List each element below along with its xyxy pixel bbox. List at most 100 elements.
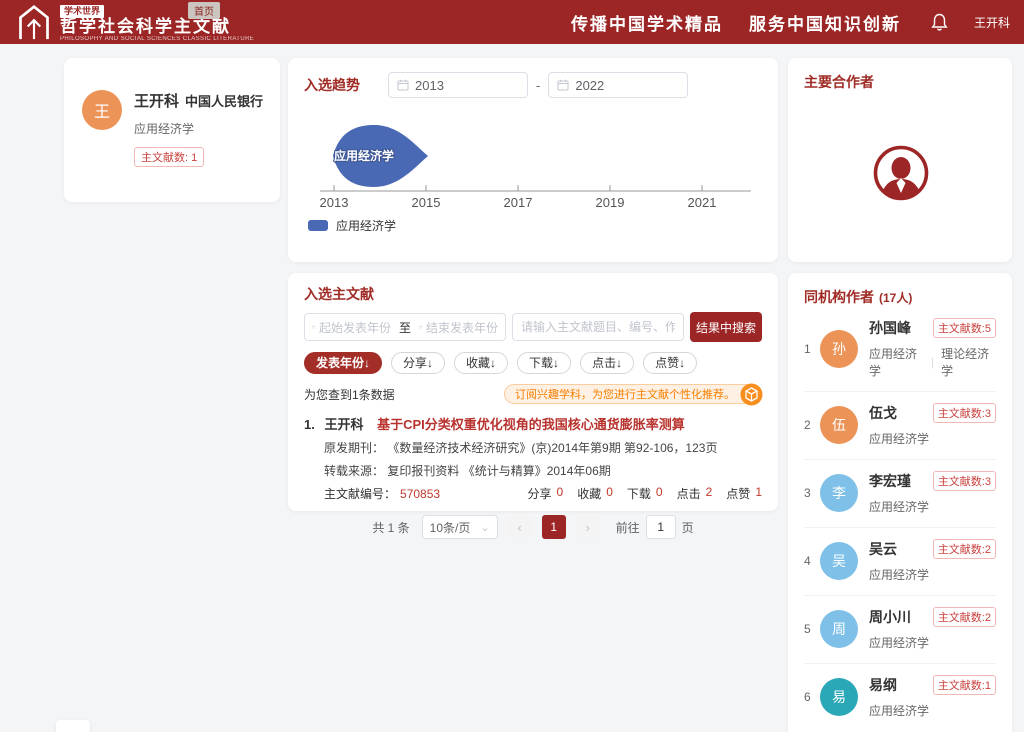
calendar-icon bbox=[312, 321, 315, 333]
colleague-doc-count-badge: 主文献数:1 bbox=[933, 675, 996, 695]
colleague-item[interactable]: 5 周 周小川 主文献数:2 应用经济学 bbox=[804, 596, 996, 664]
x-tick-2017: 2017 bbox=[504, 195, 533, 210]
start-year-placeholder: 起始发表年份 bbox=[319, 319, 391, 336]
notification-bell-icon[interactable] bbox=[931, 13, 948, 31]
item-title-link[interactable]: 基于CPI分类权重优化视角的我国核心通货膨胀率测算 bbox=[377, 417, 685, 432]
colleague-fields: 应用经济学 | 理论经济学 bbox=[869, 345, 996, 379]
app-header: 学术世界 哲学社会科学主文献 PHILOSOPHY AND SOCIAL SCI… bbox=[0, 0, 1024, 44]
goto-page-input[interactable] bbox=[646, 515, 676, 539]
search-in-results-button[interactable]: 结果中搜索 bbox=[690, 312, 762, 342]
author-name: 王开科 bbox=[134, 93, 179, 110]
x-tick-2015: 2015 bbox=[412, 195, 441, 210]
goto-label: 前往 bbox=[616, 519, 640, 536]
trend-stream-chart: 应用经济学 2013 2015 2017 2019 2021 bbox=[304, 106, 762, 215]
doc-no-label: 主文献编号： bbox=[324, 485, 396, 502]
page-unit-label: 页 bbox=[682, 519, 694, 536]
item-stats: 分享0 收藏0 下载0 点击2 点赞1 bbox=[513, 485, 762, 502]
current-user[interactable]: 王开科 bbox=[974, 14, 1010, 31]
colleague-fields: 应用经济学 bbox=[869, 498, 996, 515]
sort-click[interactable]: 点击↓ bbox=[580, 352, 634, 374]
stat-download[interactable]: 下载0 bbox=[627, 485, 663, 502]
subscribe-notice[interactable]: 订阅兴趣学科，为您进行主文献个性化推荐。 bbox=[504, 384, 762, 404]
colleague-fields: 应用经济学 bbox=[869, 702, 996, 719]
stat-like[interactable]: 点赞1 bbox=[726, 485, 762, 502]
calendar-icon bbox=[557, 79, 569, 91]
floating-widget[interactable] bbox=[56, 720, 90, 732]
colleague-rank: 4 bbox=[804, 554, 818, 568]
author-organization: 中国人民银行 bbox=[185, 94, 263, 109]
colleague-fields: 应用经济学 bbox=[869, 430, 996, 447]
colleague-item[interactable]: 2 伍 伍戈 主文献数:3 应用经济学 bbox=[804, 392, 996, 460]
result-count: 为您查到1条数据 bbox=[304, 386, 395, 403]
trend-start-year-picker[interactable]: 2013 bbox=[388, 72, 528, 98]
calendar-icon bbox=[397, 79, 409, 91]
item-index: 1. bbox=[304, 417, 315, 432]
doc-count-badge: 主文献数: 1 bbox=[134, 147, 204, 167]
stat-favorite[interactable]: 收藏0 bbox=[577, 485, 613, 502]
prev-page-button[interactable]: ‹ bbox=[508, 515, 532, 539]
sort-favorite[interactable]: 收藏↓ bbox=[454, 352, 508, 374]
colleague-name[interactable]: 李宏瑾 bbox=[869, 471, 911, 491]
legend-label: 应用经济学 bbox=[336, 217, 396, 234]
colleagues-title: 同机构作者 bbox=[804, 287, 874, 307]
collaborators-title: 主要合作者 bbox=[804, 74, 874, 90]
colleague-name[interactable]: 伍戈 bbox=[869, 403, 897, 423]
subscribe-cube-icon[interactable] bbox=[740, 383, 763, 406]
colleague-item[interactable]: 4 吴 吴云 主文献数:2 应用经济学 bbox=[804, 528, 996, 596]
pavilion-logo-icon bbox=[16, 4, 52, 40]
colleague-item[interactable]: 3 李 李宏瑾 主文献数:3 应用经济学 bbox=[804, 460, 996, 528]
colleagues-card: 同机构作者 (17人) 1 孙 孙国峰 主文献数:5 应用经济学 | 理论经济学… bbox=[788, 273, 1012, 732]
sort-filter-row: 发表年份↓ 分享↓ 收藏↓ 下载↓ 点击↓ 点赞↓ bbox=[304, 352, 762, 374]
sort-publish-year[interactable]: 发表年份↓ bbox=[304, 352, 382, 374]
colleague-rank: 6 bbox=[804, 690, 818, 704]
colleague-name[interactable]: 孙国峰 bbox=[869, 318, 911, 338]
colleague-doc-count-badge: 主文献数:2 bbox=[933, 607, 996, 627]
current-page-button[interactable]: 1 bbox=[542, 515, 566, 539]
colleague-name[interactable]: 周小川 bbox=[869, 607, 911, 627]
trend-card: 入选趋势 2013 - 2022 应用经济学 2013 2015 2017 20… bbox=[288, 58, 778, 262]
legend-swatch bbox=[308, 220, 328, 231]
stat-click[interactable]: 点击2 bbox=[677, 485, 713, 502]
colleague-rank: 2 bbox=[804, 418, 818, 432]
next-page-button[interactable]: › bbox=[576, 515, 600, 539]
chevron-down-icon: ⌄ bbox=[480, 521, 489, 534]
doc-no-value: 570853 bbox=[400, 487, 440, 501]
colleague-doc-count-badge: 主文献数:2 bbox=[933, 539, 996, 559]
x-tick-2019: 2019 bbox=[596, 195, 625, 210]
journal-label: 原发期刊： bbox=[324, 441, 384, 455]
colleague-doc-count-badge: 主文献数:3 bbox=[933, 403, 996, 423]
home-tab[interactable]: 首页 bbox=[188, 2, 220, 19]
range-separator: - bbox=[536, 78, 540, 93]
documents-title: 入选主文献 bbox=[304, 286, 374, 302]
site-title: 哲学社会科学主文献 bbox=[60, 18, 254, 36]
author-discipline: 应用经济学 bbox=[134, 120, 263, 137]
logo-badge: 学术世界 bbox=[60, 5, 104, 18]
chart-legend: 应用经济学 bbox=[308, 217, 762, 234]
colleague-fields: 应用经济学 bbox=[869, 634, 996, 651]
page-size-select[interactable]: 10条/页 ⌄ bbox=[422, 515, 498, 539]
site-slogan: 传播中国学术精品服务中国知识创新 bbox=[571, 10, 901, 35]
reprint-value: 复印报刊资料 《统计与精算》2014年06期 bbox=[387, 464, 610, 478]
stat-share[interactable]: 分享0 bbox=[527, 485, 563, 502]
colleague-rank: 3 bbox=[804, 486, 818, 500]
colleague-doc-count-badge: 主文献数:3 bbox=[933, 471, 996, 491]
trend-end-year-picker[interactable]: 2022 bbox=[548, 72, 688, 98]
sort-download[interactable]: 下载↓ bbox=[517, 352, 571, 374]
sort-like[interactable]: 点赞↓ bbox=[643, 352, 697, 374]
sort-share[interactable]: 分享↓ bbox=[391, 352, 445, 374]
collaborators-card: 主要合作者 bbox=[788, 58, 1012, 262]
publish-year-range-picker[interactable]: 起始发表年份 至 结束发表年份 bbox=[304, 313, 506, 341]
colleague-doc-count-badge: 主文献数:5 bbox=[933, 318, 996, 338]
document-result-item: 1. 王开科 基于CPI分类权重优化视角的我国核心通货膨胀率测算 原发期刊： 《… bbox=[304, 414, 762, 502]
colleague-item[interactable]: 6 易 易纲 主文献数:1 应用经济学 bbox=[804, 664, 996, 731]
colleague-avatar: 李 bbox=[820, 474, 858, 512]
field-divider: | bbox=[931, 355, 934, 369]
colleague-avatar: 伍 bbox=[820, 406, 858, 444]
colleague-name[interactable]: 吴云 bbox=[869, 539, 897, 559]
journal-value: 《数量经济技术经济研究》(京)2014年第9期 第92-106，123页 bbox=[387, 441, 717, 455]
site-subtitle: PHILOSOPHY AND SOCIAL SCIENCES CLASSIC L… bbox=[60, 36, 254, 43]
keyword-search-input[interactable] bbox=[512, 313, 684, 341]
colleague-item[interactable]: 1 孙 孙国峰 主文献数:5 应用经济学 | 理论经济学 bbox=[804, 307, 996, 392]
colleague-name[interactable]: 易纲 bbox=[869, 675, 897, 695]
item-author[interactable]: 王开科 bbox=[324, 417, 363, 432]
